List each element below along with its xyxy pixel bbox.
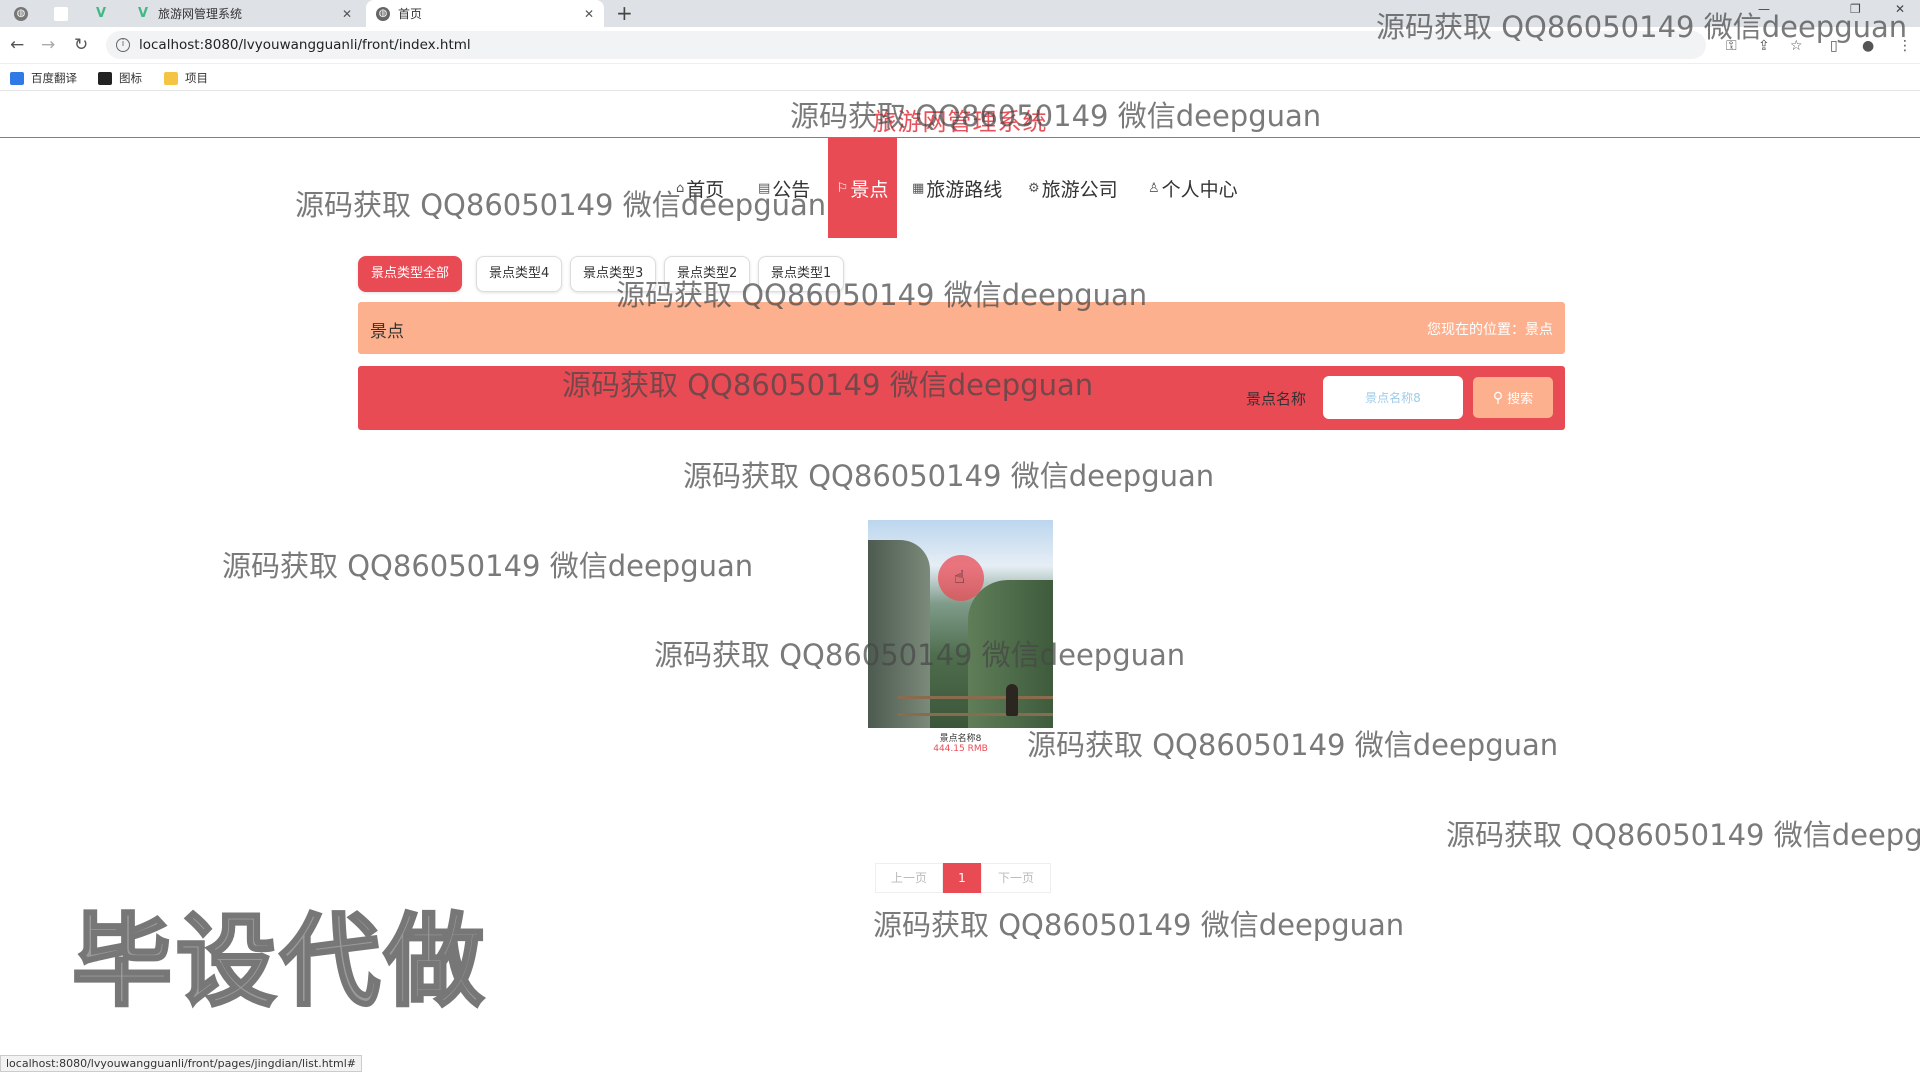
tab-title: 首页 bbox=[398, 7, 423, 21]
pagination: 上一页 1 下一页 bbox=[875, 863, 1051, 893]
image-icon bbox=[98, 71, 112, 85]
browser-tabstrip: ◍ V V 旅游网管理系统 ✕ ◍ 首页 ✕ + — ❐ ✕ bbox=[0, 0, 1920, 27]
address-bar: ← → ↻ i localhost:8080/lvyouwangguanli/f… bbox=[0, 27, 1920, 64]
flag-icon: ⚐ bbox=[836, 180, 849, 196]
bookmark-label: 百度翻译 bbox=[31, 71, 77, 85]
type-tab-2[interactable]: 景点类型2 bbox=[664, 256, 751, 292]
star-icon[interactable]: ☆ bbox=[1790, 38, 1803, 54]
nav-routes[interactable]: ▦ 旅游路线 bbox=[912, 138, 1002, 238]
nav-label: 旅游路线 bbox=[926, 178, 1003, 201]
nav-label: 首页 bbox=[686, 178, 725, 201]
nav-label: 景点 bbox=[850, 178, 889, 201]
new-tab-button[interactable]: + bbox=[616, 0, 633, 27]
watermark: 源码获取 QQ86050149 微信deepguan bbox=[1446, 818, 1920, 852]
type-tab-4[interactable]: 景点类型4 bbox=[476, 256, 563, 292]
bookmark-baidu-translate[interactable]: 百度翻译 bbox=[10, 70, 77, 86]
breadcrumb: 景点 您现在的位置：景点 bbox=[358, 302, 1565, 354]
url-text: localhost:8080/lvyouwangguanli/front/ind… bbox=[139, 37, 471, 53]
omnibox[interactable]: i localhost:8080/lvyouwangguanli/front/i… bbox=[106, 31, 1706, 59]
nav-label: 公告 bbox=[772, 178, 811, 201]
back-icon[interactable]: ← bbox=[10, 35, 24, 55]
nav-label: 个人中心 bbox=[1161, 178, 1238, 201]
tab-admin[interactable]: V 旅游网管理系统 ✕ bbox=[126, 0, 362, 27]
page-1-button[interactable]: 1 bbox=[943, 863, 981, 893]
grid-icon: ▦ bbox=[912, 180, 925, 196]
page-title: 景点 bbox=[370, 322, 404, 342]
translate-icon bbox=[10, 71, 24, 85]
home-icon: ⌂ bbox=[676, 180, 685, 196]
nav-companies[interactable]: ⚙ 旅游公司 bbox=[1028, 138, 1118, 238]
restore-button[interactable]: ❐ bbox=[1850, 2, 1861, 16]
attraction-image[interactable]: ☝ bbox=[868, 520, 1053, 728]
search-bar: 景点名称 ⚲ 搜索 bbox=[358, 366, 1565, 430]
nav-attractions[interactable]: ⚐ 景点 bbox=[828, 138, 897, 238]
notice-icon: ▤ bbox=[758, 180, 771, 196]
type-tab-3[interactable]: 景点类型3 bbox=[570, 256, 657, 292]
site-title: 旅游网管理系统 bbox=[872, 108, 1048, 136]
tab-pinned-2[interactable] bbox=[46, 0, 76, 27]
attraction-price: 444.15 RMB bbox=[933, 744, 988, 754]
folder-icon bbox=[164, 71, 178, 85]
info-icon[interactable]: i bbox=[116, 38, 130, 52]
bookmark-project[interactable]: 项目 bbox=[164, 70, 208, 86]
tab-home[interactable]: ◍ 首页 ✕ bbox=[366, 0, 604, 27]
nav-notice[interactable]: ▤ 公告 bbox=[758, 138, 810, 238]
close-icon[interactable]: ✕ bbox=[342, 7, 352, 21]
share-icon[interactable]: ⇪ bbox=[1758, 38, 1770, 54]
bookmarks-bar: 百度翻译 图标 项目 bbox=[0, 64, 1920, 91]
tab-title: 旅游网管理系统 bbox=[158, 7, 243, 21]
search-icon: ⚲ bbox=[1492, 389, 1504, 406]
nav-home[interactable]: ⌂ 首页 bbox=[676, 138, 724, 238]
prev-page-button[interactable]: 上一页 bbox=[875, 863, 943, 893]
tab-pinned-3[interactable]: V bbox=[86, 0, 116, 27]
watermark-big: 毕设代做 bbox=[71, 902, 488, 1022]
watermark: 源码获取 QQ86050149 微信deepguan bbox=[873, 908, 1405, 942]
minimize-button[interactable]: — bbox=[1758, 2, 1770, 16]
tab-pinned-1[interactable]: ◍ bbox=[6, 0, 36, 27]
key-icon[interactable]: ⚿ bbox=[1726, 38, 1737, 54]
globe-icon: ◍ bbox=[14, 6, 28, 21]
search-button-label: 搜索 bbox=[1507, 392, 1534, 407]
sidepanel-icon[interactable]: ▯ bbox=[1830, 38, 1838, 54]
forward-icon[interactable]: → bbox=[41, 35, 55, 55]
next-page-button[interactable]: 下一页 bbox=[981, 863, 1051, 893]
bookmark-label: 图标 bbox=[119, 71, 142, 85]
mouse-cursor: ☝ bbox=[938, 555, 984, 601]
gear-icon: ⚙ bbox=[1028, 180, 1040, 196]
attraction-name: 景点名称8 bbox=[939, 734, 982, 744]
main-nav: ⌂ 首页 ▤ 公告 ⚐ 景点 ▦ 旅游路线 ⚙ 旅游公司 ♙ 个人中心 bbox=[0, 138, 1920, 238]
status-bar-url: localhost:8080/lvyouwangguanli/front/pag… bbox=[0, 1055, 362, 1072]
watermark: 源码获取 QQ86050149 微信deepguan bbox=[683, 459, 1215, 493]
watermark: 源码获取 QQ86050149 微信deepguan bbox=[222, 549, 754, 583]
user-icon: ♙ bbox=[1148, 180, 1160, 196]
site-header: 旅游网管理系统 bbox=[0, 96, 1920, 138]
bookmark-icons[interactable]: 图标 bbox=[98, 70, 142, 86]
globe-icon: ◍ bbox=[376, 6, 390, 21]
attraction-card[interactable]: ☝ 景点名称8 444.15 RMB bbox=[868, 520, 1053, 754]
hand-cursor-icon: ☝ bbox=[954, 567, 965, 588]
reload-icon[interactable]: ↻ bbox=[74, 35, 88, 55]
profile-icon[interactable]: ● bbox=[1862, 38, 1874, 54]
blank-tab-icon bbox=[54, 6, 68, 21]
type-tab-all[interactable]: 景点类型全部 bbox=[358, 256, 463, 292]
nav-user-center[interactable]: ♙ 个人中心 bbox=[1148, 138, 1238, 238]
breadcrumb-location: 您现在的位置：景点 bbox=[1427, 322, 1553, 338]
watermark: 源码获取 QQ86050149 微信deepguan bbox=[1027, 728, 1559, 762]
close-icon[interactable]: ✕ bbox=[584, 7, 594, 21]
nav-label: 旅游公司 bbox=[1041, 178, 1118, 201]
search-input[interactable] bbox=[1323, 376, 1463, 419]
window-close-button[interactable]: ✕ bbox=[1895, 2, 1905, 16]
vue-logo-icon: V bbox=[95, 6, 107, 21]
type-tab-1[interactable]: 景点类型1 bbox=[758, 256, 845, 292]
search-button[interactable]: ⚲ 搜索 bbox=[1473, 377, 1553, 418]
search-label: 景点名称 bbox=[1246, 390, 1307, 408]
bookmark-label: 项目 bbox=[185, 71, 208, 85]
menu-icon[interactable]: ⋮ bbox=[1898, 38, 1912, 54]
vue-logo-icon: V bbox=[137, 6, 149, 21]
